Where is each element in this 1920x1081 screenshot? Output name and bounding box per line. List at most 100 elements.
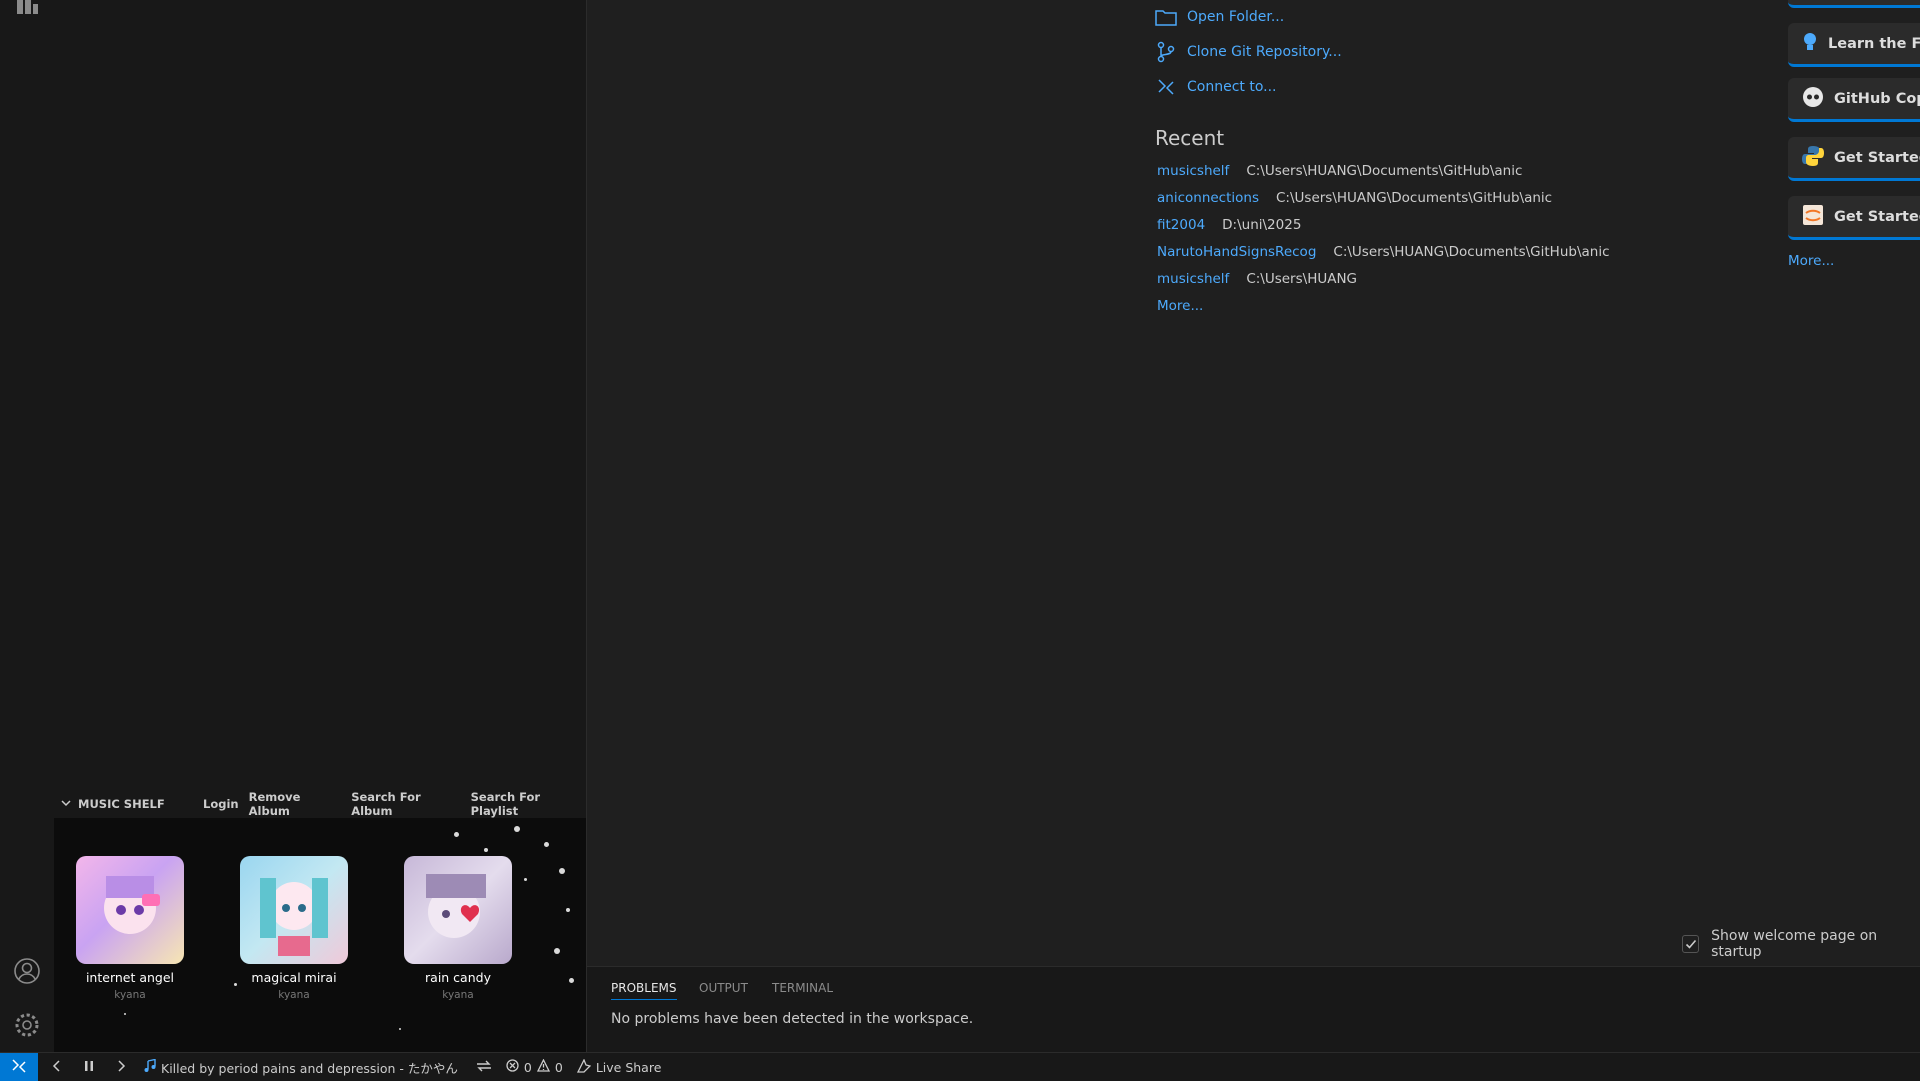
recent-item-name[interactable]: aniconnections (1157, 190, 1259, 206)
pause-icon (84, 1060, 94, 1075)
tab-output[interactable]: OUTPUT (699, 981, 748, 995)
album-title: rain candy (425, 970, 491, 985)
jupyter-icon (1802, 204, 1824, 230)
album-title: magical mirai (251, 970, 337, 985)
music-shelf-header: MUSIC SHELF Login Remove Album Search Fo… (54, 790, 586, 818)
album-card[interactable]: rain candy kyana (403, 856, 513, 1001)
walkthrough-title: GitHub Copil (1834, 90, 1920, 107)
recent-item: musicshelf C:\Users\HUANG (1157, 271, 1357, 287)
recent-item-path: C:\Users\HUANG\Documents\GitHub\anic (1246, 163, 1523, 179)
album-artist: kyana (114, 989, 146, 1001)
album-cover-image (404, 856, 512, 964)
open-folder-link[interactable]: Open Folder... (1155, 6, 1284, 28)
recent-item-name[interactable]: musicshelf (1157, 271, 1229, 287)
walkthrough-title: Get Started v (1834, 208, 1920, 225)
sparkle-decoration (566, 908, 570, 912)
extensions-icon[interactable] (12, 0, 42, 24)
sparkle-decoration (399, 1028, 401, 1030)
live-share-icon (576, 1057, 592, 1076)
search-for-playlist-button[interactable]: Search For Playlist (471, 790, 586, 818)
recent-item: aniconnections C:\Users\HUANG\Documents\… (1157, 190, 1552, 206)
account-icon[interactable] (12, 956, 42, 986)
recent-item-name[interactable]: musicshelf (1157, 163, 1229, 179)
tab-terminal[interactable]: TERMINAL (772, 981, 833, 995)
remote-indicator-button[interactable] (0, 1053, 38, 1081)
welcome-editor: Open Folder... Clone Git Repository... C… (587, 0, 1920, 966)
connect-to-label: Connect to... (1187, 79, 1277, 95)
connect-to-link[interactable]: Connect to... (1155, 76, 1277, 98)
walkthrough-card[interactable]: GitHub Copil (1788, 78, 1920, 122)
music-shelf-title: MUSIC SHELF (78, 797, 165, 811)
remote-icon (11, 1058, 27, 1077)
clone-git-repository-link[interactable]: Clone Git Repository... (1155, 41, 1342, 63)
sparkle-decoration (514, 826, 520, 832)
recent-more-link[interactable]: More... (1157, 298, 1203, 314)
warning-icon (536, 1058, 550, 1075)
album-cover-image (240, 856, 348, 964)
show-welcome-on-startup[interactable]: Show welcome page on startup (1682, 928, 1920, 960)
activity-bar (0, 0, 55, 1052)
pause-button[interactable] (84, 1060, 94, 1075)
github-copilot-icon (1802, 86, 1824, 112)
login-button[interactable]: Login (203, 797, 239, 811)
sidebar: MUSIC SHELF Login Remove Album Search Fo… (54, 0, 587, 1052)
remote-icon (1155, 76, 1177, 98)
recent-item-name[interactable]: NarutoHandSignsRecog (1157, 244, 1316, 260)
error-count: 0 (523, 1059, 532, 1075)
sparkle-decoration (554, 948, 560, 954)
sparkle-decoration (569, 978, 574, 983)
sparkle-decoration (234, 983, 237, 986)
sync-arrows-icon (476, 1060, 492, 1075)
music-shelf-section-toggle[interactable]: MUSIC SHELF (54, 797, 203, 812)
source-control-icon (1155, 41, 1177, 63)
recent-item-path: D:\uni\2025 (1222, 217, 1302, 233)
sync-button[interactable] (476, 1060, 492, 1075)
walkthrough-title: Get Started v (1834, 149, 1920, 166)
album-artist: kyana (442, 989, 474, 1001)
tab-problems[interactable]: PROBLEMS (611, 981, 677, 1000)
live-share-button[interactable]: Live Share (576, 1057, 662, 1076)
walkthroughs-more-link[interactable]: More... (1788, 253, 1834, 269)
music-shelf-panel: internet angel kyana magical mirai kyana… (54, 818, 586, 1052)
folder-icon (1155, 6, 1177, 28)
error-icon (506, 1059, 519, 1075)
remove-album-button[interactable]: Remove Album (249, 790, 342, 818)
album-cover-image (76, 856, 184, 964)
album-card[interactable]: magical mirai kyana (239, 856, 349, 1001)
lightbulb-icon (1802, 32, 1818, 56)
recent-item-path: C:\Users\HUANG\Documents\GitHub\anic (1333, 244, 1610, 260)
chevron-left-icon (52, 1059, 62, 1075)
walkthrough-card[interactable]: Get Started v (1788, 137, 1920, 181)
recent-item: musicshelf C:\Users\HUANG\Documents\GitH… (1157, 163, 1522, 179)
now-playing[interactable]: Killed by period pains and depression - … (144, 1058, 458, 1077)
recent-item-name[interactable]: fit2004 (1157, 217, 1205, 233)
sparkle-decoration (544, 842, 549, 847)
walkthrough-card[interactable]: Get Started v (1788, 196, 1920, 240)
warning-count: 0 (554, 1059, 563, 1075)
album-card[interactable]: internet angel kyana (75, 856, 185, 1001)
search-for-album-button[interactable]: Search For Album (351, 790, 460, 818)
bottom-panel: PROBLEMS OUTPUT TERMINAL No problems hav… (587, 966, 1920, 1053)
startup-checkbox[interactable] (1682, 935, 1700, 953)
recent-item: fit2004 D:\uni\2025 (1157, 217, 1301, 233)
sparkle-decoration (524, 878, 527, 881)
walkthrough-card[interactable] (1788, 0, 1920, 8)
problems-indicator[interactable]: 0 0 (506, 1058, 563, 1075)
recent-item: NarutoHandSignsRecog C:\Users\HUANG\Docu… (1157, 244, 1610, 260)
sparkle-decoration (484, 848, 488, 852)
show-welcome-label: Show welcome page on startup (1711, 928, 1878, 960)
sparkle-decoration (124, 1013, 126, 1015)
walkthrough-card[interactable]: Learn the Fur (1788, 23, 1920, 67)
live-share-label: Live Share (595, 1059, 662, 1075)
music-note-icon (144, 1058, 156, 1076)
previous-track-button[interactable] (52, 1059, 62, 1075)
recent-item-path: C:\Users\HUANG (1246, 271, 1358, 287)
settings-gear-icon[interactable] (12, 1010, 42, 1040)
album-title: internet angel (85, 970, 175, 985)
sparkle-decoration (454, 832, 459, 837)
chevron-down-icon (60, 797, 72, 812)
next-track-button[interactable] (116, 1059, 126, 1075)
clone-git-repository-label: Clone Git Repository... (1187, 44, 1342, 60)
python-icon (1802, 145, 1824, 171)
recent-item-path: C:\Users\HUANG\Documents\GitHub\anic (1276, 190, 1553, 206)
